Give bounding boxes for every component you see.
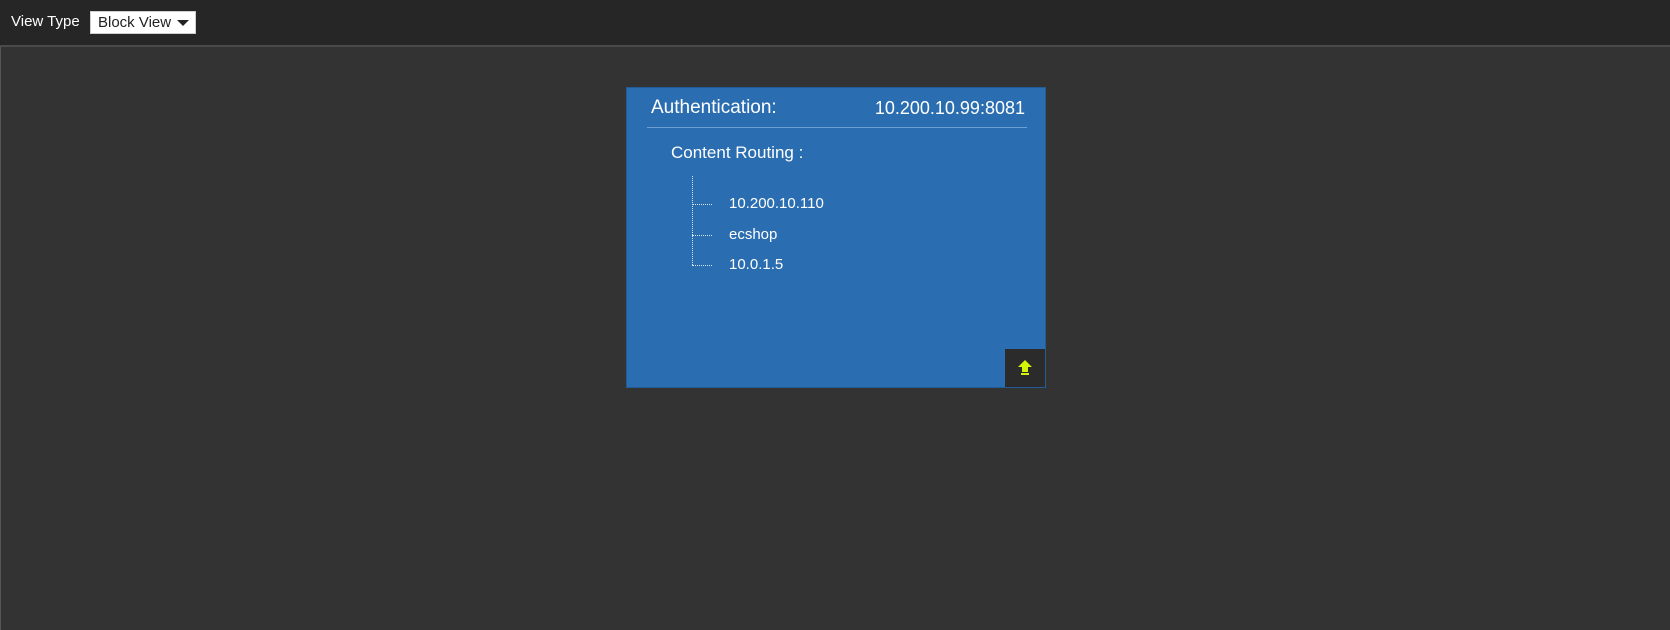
chevron-down-icon (177, 20, 189, 26)
content-routing-label: Content Routing : (671, 143, 804, 162)
block-address: 10.200.10.99:8081 (874, 98, 1025, 118)
block-header: Authentication: 10.200.10.99:8081 (647, 88, 1027, 128)
view-type-select[interactable]: Block View (90, 11, 196, 34)
expand-button[interactable] (1005, 349, 1045, 387)
view-type-label: View Type (11, 13, 80, 30)
route-item[interactable]: 10.0.1.5 (692, 255, 992, 275)
tree-trunk-line (692, 176, 693, 265)
content-routing-tree: 10.200.10.110 ecshop 10.0.1.5 (692, 176, 992, 273)
view-type-select-value: Block View (98, 14, 172, 31)
virtual-server-block[interactable]: Authentication: 10.200.10.99:8081 Conten… (626, 87, 1046, 388)
route-label: ecshop (729, 226, 778, 243)
tree-branch-line (692, 235, 712, 236)
toolbar: View Type Block View (0, 0, 1670, 47)
route-label: 10.200.10.110 (729, 195, 824, 212)
arrow-up-icon (1018, 360, 1032, 375)
tree-branch-line (692, 265, 712, 266)
block-title: Authentication: (651, 97, 777, 118)
route-item[interactable]: 10.200.10.110 (692, 194, 992, 214)
route-label: 10.0.1.5 (729, 256, 784, 273)
tree-branch-line (692, 204, 712, 205)
route-item[interactable]: ecshop (692, 225, 992, 245)
